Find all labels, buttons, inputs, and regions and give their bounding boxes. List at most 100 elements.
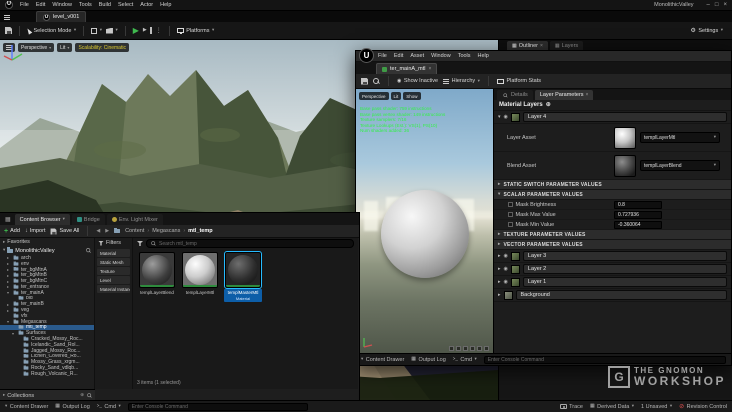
selection-mode-dropdown[interactable]: Selection Mode	[25, 26, 76, 35]
lit-dropdown[interactable]: Lit	[57, 43, 73, 52]
breadcrumb-item[interactable]: mtl_temp	[188, 228, 212, 234]
layer-visibility-icon[interactable]	[504, 254, 508, 259]
layer-asset-thumbnail[interactable]	[614, 127, 636, 149]
save-icon[interactable]	[5, 27, 12, 34]
preview-view-button[interactable]: Lit	[390, 92, 402, 100]
save-icon[interactable]	[361, 77, 368, 85]
breadcrumb-item[interactable]: Megascans	[152, 228, 188, 234]
close-icon[interactable]	[540, 44, 543, 49]
layer-visibility-icon[interactable]	[504, 115, 508, 120]
import-button[interactable]: Import	[25, 228, 46, 234]
menu-item[interactable]: Edit	[36, 2, 45, 8]
parameter-value-field[interactable]: 0.8	[614, 201, 662, 209]
menu-item[interactable]: File	[20, 2, 29, 8]
output-log-button[interactable]: Output Log	[55, 404, 90, 410]
preview-icon[interactable]	[463, 346, 468, 351]
breadcrumb-item[interactable]: Content	[125, 228, 152, 234]
platform-stats-button[interactable]: Platform Stats	[496, 78, 541, 85]
preview-view-button[interactable]: Perspective	[359, 92, 389, 100]
asset-tile[interactable]: templLayerBlend Material	[138, 252, 176, 302]
blend-asset-combobox[interactable]: templLayerBlend	[640, 160, 720, 171]
layer-visibility-icon[interactable]	[504, 267, 508, 272]
close-icon[interactable]	[428, 67, 431, 72]
menu-item[interactable]: Tools	[79, 2, 92, 8]
preview-icon[interactable]	[484, 346, 489, 351]
tab-details[interactable]: Details	[497, 90, 533, 100]
filter-item[interactable]: Level	[97, 276, 130, 284]
filters-header[interactable]: Filters	[95, 238, 132, 248]
add-button[interactable]: Add	[4, 228, 20, 235]
filter-item[interactable]: Static Mesh	[97, 258, 130, 266]
tree-folder-item[interactable]: Rough_Volcanic_R...	[0, 371, 94, 377]
frame-skip-button[interactable]	[143, 27, 152, 34]
level-tab[interactable]: level_v001	[36, 11, 87, 22]
scalability-badge[interactable]: Scalability: Cinematic	[75, 43, 129, 52]
play-button[interactable]	[133, 27, 139, 35]
menu-item[interactable]: Actor	[140, 2, 153, 8]
menu-item[interactable]: Asset	[410, 53, 424, 59]
layer-name-button[interactable]: Layer 3	[522, 251, 727, 261]
section-static-switch[interactable]: STATIC SWITCH PARAMETER VALUES	[494, 180, 731, 190]
hierarchy-dropdown[interactable]: Hierarchy	[443, 78, 480, 84]
content-drawer-button[interactable]: Content Drawer	[5, 404, 49, 410]
filter-item[interactable]: Material Instance	[97, 285, 130, 293]
section-scalar[interactable]: SCALAR PARAMETER VALUES	[494, 190, 731, 200]
asset-tile[interactable]: templMasterMtl Material	[224, 251, 262, 302]
expander-caret[interactable]	[498, 267, 501, 272]
settings-dropdown[interactable]: Settings	[690, 28, 723, 34]
override-checkbox[interactable]	[508, 222, 513, 227]
filter-item[interactable]: Texture	[97, 267, 130, 275]
content-drawer-button[interactable]: Content Drawer	[361, 357, 405, 363]
console-command-input[interactable]	[483, 355, 726, 364]
preview-view-button[interactable]: Show	[403, 92, 421, 100]
override-checkbox[interactable]	[508, 212, 513, 217]
section-texture[interactable]: TEXTURE PARAMETER VALUES	[494, 230, 731, 240]
cmd-dropdown[interactable]: Cmd	[453, 357, 477, 363]
expander-caret[interactable]	[498, 280, 501, 285]
cmd-dropdown[interactable]: Cmd	[97, 404, 121, 410]
funnel-icon[interactable]	[137, 241, 143, 246]
preview-icon[interactable]	[470, 346, 475, 351]
add-collection-icon[interactable]	[80, 393, 84, 398]
layer-asset-combobox[interactable]: templLayerMtl	[640, 132, 720, 143]
background-layer-button[interactable]: Background	[515, 290, 727, 300]
tab-bridge[interactable]: Bridge	[71, 214, 105, 225]
menu-item[interactable]: Help	[478, 53, 489, 59]
layer-row-expanded[interactable]: Layer 4	[494, 111, 731, 124]
blend-asset-thumbnail[interactable]	[614, 155, 636, 177]
back-button[interactable]	[96, 229, 100, 234]
tab-layer-parameters[interactable]: Layer Parameters	[534, 90, 594, 100]
expander-caret[interactable]	[498, 254, 501, 259]
show-inactive-button[interactable]: Show Inactive	[397, 78, 438, 84]
trace-button[interactable]: Trace	[559, 404, 583, 410]
search-icon[interactable]	[87, 393, 92, 398]
menu-item[interactable]: Build	[99, 2, 111, 8]
menu-item[interactable]: Edit	[394, 53, 403, 59]
console-command-input[interactable]	[127, 402, 308, 411]
close-icon[interactable]	[586, 93, 589, 98]
override-checkbox[interactable]	[508, 202, 513, 207]
parameter-value-field[interactable]: 0.727936	[614, 211, 662, 219]
minimize-button[interactable]: –	[707, 2, 710, 8]
quick-add-dropdown[interactable]	[91, 27, 102, 34]
cinematics-dropdown[interactable]	[105, 27, 118, 34]
menu-item[interactable]: Select	[118, 2, 133, 8]
layer-name-button[interactable]: Layer 1	[522, 277, 727, 287]
expander-caret[interactable]	[498, 115, 501, 120]
tab-content-browser[interactable]: Content Browser	[14, 214, 70, 225]
forward-button[interactable]	[105, 229, 109, 234]
sidebar-toggle-icon[interactable]	[4, 15, 10, 20]
search-icon[interactable]	[86, 248, 91, 253]
menu-item[interactable]: Window	[431, 53, 451, 59]
close-button[interactable]: ×	[723, 2, 727, 8]
layer-visibility-icon[interactable]	[504, 280, 508, 285]
save-all-button[interactable]: Save All	[50, 228, 79, 235]
layer-row[interactable]: Layer 2	[494, 263, 731, 276]
browse-icon[interactable]	[373, 77, 380, 85]
filter-item[interactable]: Material	[97, 249, 130, 257]
preview-icon[interactable]	[477, 346, 482, 351]
asset-search-input[interactable]	[159, 240, 350, 247]
menu-item[interactable]: Help	[160, 2, 171, 8]
parameter-value-field[interactable]: -0.360064	[614, 221, 662, 229]
maximize-button[interactable]: □	[715, 2, 719, 8]
